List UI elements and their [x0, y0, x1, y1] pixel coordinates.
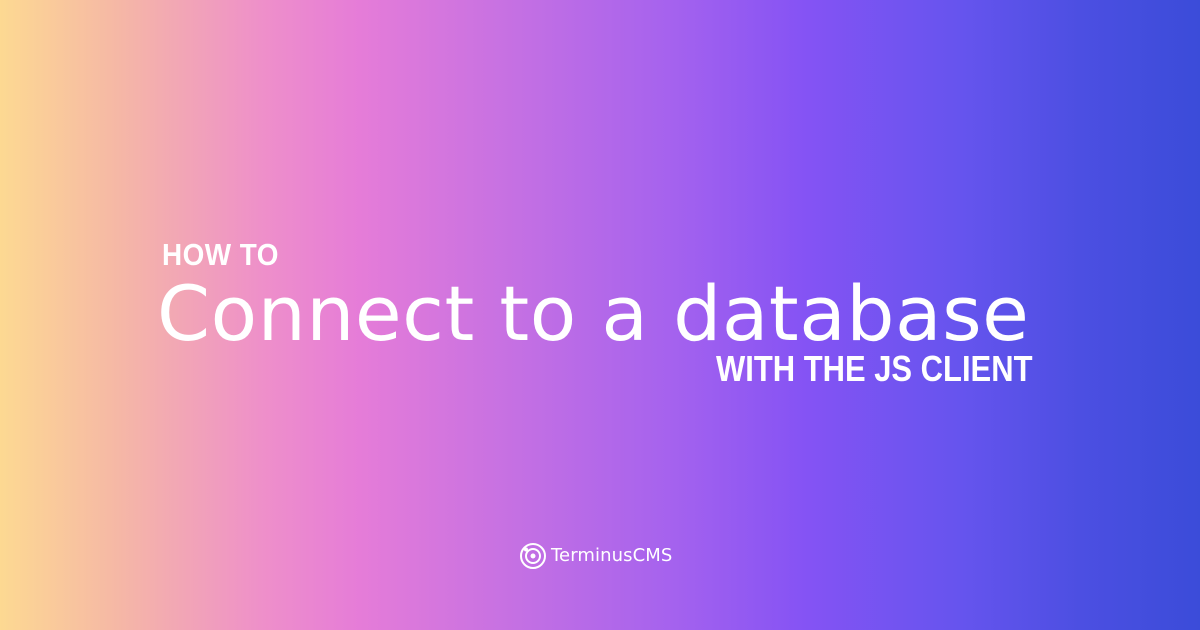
brand-logo: TerminusCMS [519, 541, 672, 571]
brand-name: TerminusCMS [551, 545, 673, 566]
terminuscms-logo-icon [520, 543, 546, 569]
banner-background: HOW TO Connect to a database WITH THE JS… [0, 0, 1200, 630]
subline-text: WITH THE JS CLIENT [716, 348, 1033, 389]
headline-title: Connect to a database [157, 269, 1030, 358]
